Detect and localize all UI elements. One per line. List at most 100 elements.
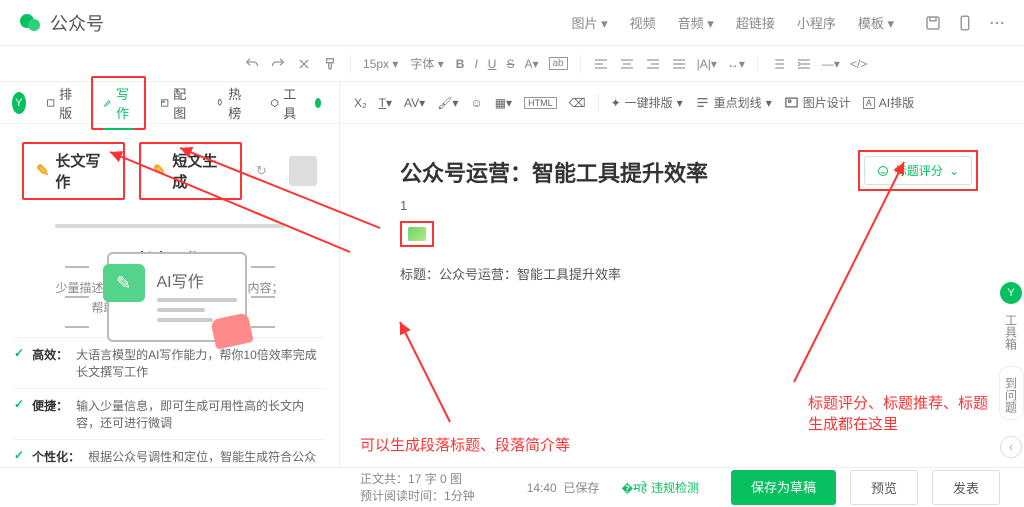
annotation-arrow xyxy=(380,312,460,432)
menu-miniapp[interactable]: 小程序 xyxy=(797,13,836,32)
highlight-icon[interactable]: AV▾ xyxy=(404,96,425,110)
hr-icon[interactable]: —▾ xyxy=(822,57,840,71)
sidebar-tabs: Y 排版 写作 配图 热榜 工具 xyxy=(0,82,339,124)
font-size-select[interactable]: 15px ▾ xyxy=(363,57,398,71)
rail-toolbox[interactable]: 工具箱 xyxy=(1003,314,1020,350)
table-icon[interactable]: ▦▾ xyxy=(495,96,512,110)
feature-list: ✓高效：大语言模型的AI写作能力，帮你10倍效率完成长文撰写工作 ✓便捷：输入少… xyxy=(0,319,339,490)
editor-pane: X₂ T▾ AV▾ 🖌▾ ☺ ▦▾ HTML ⌫ ✦一键排版▾ 重点划线▾ 图片… xyxy=(340,82,1024,467)
clear-format-icon[interactable]: ⌫ xyxy=(569,96,586,110)
brush-icon[interactable]: 🖌▾ xyxy=(437,96,458,110)
chevron-down-icon: ⌄ xyxy=(949,164,959,178)
font-family-select[interactable]: 字体 ▾ xyxy=(410,55,443,72)
save-icon[interactable] xyxy=(924,14,942,32)
pic-design-button[interactable]: 图片设计 xyxy=(784,94,851,111)
ai-badge-icon: ✎ xyxy=(103,264,145,302)
annotation-left: 可以生成段落标题、段落简介等 xyxy=(360,434,570,455)
menu-audio[interactable]: 音频 ▾ xyxy=(678,13,714,32)
pencil-icon: ✎ xyxy=(153,161,166,181)
sidebar: Y 排版 写作 配图 热榜 工具 ✎长文写作 ✎短文生成 ↻ ✎ AI写作 长文… xyxy=(0,82,340,467)
format-painter-icon[interactable] xyxy=(322,56,338,72)
emoji-icon[interactable]: ☺ xyxy=(470,96,482,110)
app-name: 公众号 xyxy=(50,10,104,36)
ai-layout-button[interactable]: AAI排版 xyxy=(863,94,914,111)
strike-icon[interactable]: S xyxy=(506,57,514,71)
history-icon[interactable]: ↻ xyxy=(256,163,267,179)
annotation-right: 标题评分、标题推荐、标题 生成都在这里 xyxy=(808,392,988,434)
quick-layout-button[interactable]: ✦一键排版▾ xyxy=(611,94,683,111)
mode-short-article[interactable]: ✎短文生成 xyxy=(139,142,242,200)
save-draft-button[interactable]: 保存为草稿 xyxy=(731,470,836,505)
more-icon[interactable] xyxy=(988,14,1006,32)
tab-trending[interactable]: 热榜 xyxy=(205,78,256,128)
write-mode-row: ✎长文写作 ✎短文生成 ↻ xyxy=(0,124,339,210)
status-bar: 正文共：17 字 0 图 预计阅读时间：1分钟 14:40 已保存 �महे违规… xyxy=(0,467,1024,507)
illus-title: AI写作 xyxy=(157,268,204,292)
code-icon[interactable]: </> xyxy=(850,57,867,71)
redo-icon[interactable] xyxy=(270,56,286,72)
avatar[interactable] xyxy=(289,156,317,186)
document-area[interactable]: 公众号运营：智能工具提升效率 1 标题：公众号运营：智能工具提升效率 标题评分 … xyxy=(340,124,1024,315)
editor-toolbar: X₂ T▾ AV▾ 🖌▾ ☺ ▦▾ HTML ⌫ ✦一键排版▾ 重点划线▾ 图片… xyxy=(340,82,1024,124)
word-count: 正文共：17 字 0 图 预计阅读时间：1分钟 xyxy=(360,471,475,505)
doc-line[interactable]: 标题：公众号运营：智能工具提升效率 xyxy=(400,264,964,283)
save-time: 14:40 已保存 xyxy=(527,479,600,496)
ai-generate-chip[interactable] xyxy=(400,221,434,247)
font-case-icon[interactable]: T▾ xyxy=(379,96,392,110)
subscript-icon[interactable]: X₂ xyxy=(354,96,367,110)
bg-color-icon[interactable]: ab xyxy=(549,57,568,70)
undo-icon[interactable] xyxy=(244,56,260,72)
menu-image[interactable]: 图片 ▾ xyxy=(571,13,607,32)
shield-icon: �महे xyxy=(621,479,647,496)
format-clear-icon[interactable] xyxy=(296,56,312,72)
letter-spacing-icon[interactable]: ↔▾ xyxy=(727,57,745,71)
title-score-wrap: 标题评分 ⌄ xyxy=(858,150,978,191)
tab-layout[interactable]: 排版 xyxy=(36,78,87,128)
status-dot-icon xyxy=(315,98,321,108)
tab-write[interactable]: 写作 xyxy=(91,76,146,130)
wand-icon: ✦ xyxy=(611,96,621,110)
preview-button[interactable]: 预览 xyxy=(850,470,918,505)
menu-link[interactable]: 超链接 xyxy=(736,13,775,32)
align-right-icon[interactable] xyxy=(645,56,661,72)
list-item: ✓便捷：输入少量信息，即可生成可用性高的长文内容，还可进行微调 xyxy=(14,388,325,439)
text-color-icon[interactable]: A▾ xyxy=(524,57,538,71)
underline-icon[interactable]: U xyxy=(488,57,497,71)
italic-icon[interactable]: I xyxy=(474,57,477,71)
phone-preview-icon[interactable] xyxy=(956,14,974,32)
align-center-icon[interactable] xyxy=(619,56,635,72)
check-icon: ✓ xyxy=(14,397,24,411)
logo[interactable]: 公众号 xyxy=(18,10,104,36)
tab-image[interactable]: 配图 xyxy=(150,78,201,128)
pencil-icon: ✎ xyxy=(36,161,49,181)
smile-icon xyxy=(877,165,889,177)
align-left-icon[interactable] xyxy=(593,56,609,72)
check-icon: ✓ xyxy=(14,346,24,360)
key-outline-button[interactable]: 重点划线▾ xyxy=(695,94,772,111)
rail-brand-icon[interactable]: Y xyxy=(1000,282,1022,304)
menu-template[interactable]: 模板 ▾ xyxy=(858,13,894,32)
list-item: ✓高效：大语言模型的AI写作能力，帮你10倍效率完成长文撰写工作 xyxy=(14,337,325,388)
wechat-logo-icon xyxy=(18,11,42,35)
html-icon[interactable]: HTML xyxy=(524,97,557,109)
list-ordered-icon[interactable] xyxy=(770,56,786,72)
brand-dot-icon: Y xyxy=(12,92,26,114)
tab-tools[interactable]: 工具 xyxy=(260,78,311,128)
rail-faq[interactable]: 到问题 xyxy=(999,366,1024,420)
publish-button[interactable]: 发表 xyxy=(932,470,1000,505)
title-score-button[interactable]: 标题评分 ⌄ xyxy=(864,156,972,185)
bold-icon[interactable]: B xyxy=(456,57,465,71)
violation-check[interactable]: �महे违规检测 xyxy=(621,479,699,496)
mode-long-article[interactable]: ✎长文写作 xyxy=(22,142,125,200)
list-icon xyxy=(695,95,710,110)
line-height-icon[interactable]: |A|▾ xyxy=(697,57,717,71)
rail-help-icon[interactable]: ‹ xyxy=(1000,436,1022,458)
align-justify-icon[interactable] xyxy=(671,56,687,72)
menu-video[interactable]: 视频 xyxy=(630,13,656,32)
indent-icon[interactable] xyxy=(796,56,812,72)
image-icon xyxy=(784,95,799,110)
app-header: 公众号 图片 ▾ 视频 音频 ▾ 超链接 小程序 模板 ▾ xyxy=(0,0,1024,46)
header-menu: 图片 ▾ 视频 音频 ▾ 超链接 小程序 模板 ▾ xyxy=(571,13,894,32)
ai-icon: A xyxy=(863,97,875,109)
section-number: 1 xyxy=(400,198,964,213)
